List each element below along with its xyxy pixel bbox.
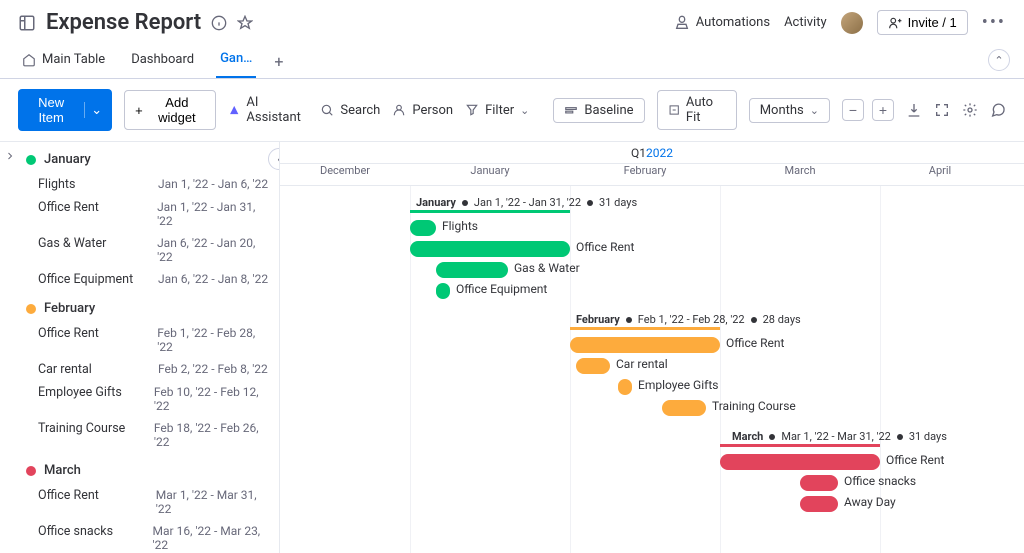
group-summary-march: MarchMar 1, '22 - Mar 31, '2231 days [732, 430, 947, 443]
list-item[interactable]: Training CourseFeb 18, '22 - Feb 26, '22 [20, 417, 279, 453]
gantt-bar[interactable] [618, 379, 632, 395]
timeline-pane[interactable]: Q1 2022 December January February March … [280, 142, 1024, 553]
ai-label: AI Assistant [246, 95, 308, 125]
activity-button[interactable]: Activity [784, 15, 827, 30]
tab-label: Dashboard [131, 52, 194, 67]
list-item[interactable]: Office EquipmentJan 6, '22 - Jan 8, '22 [20, 268, 279, 291]
zoom-in-button[interactable]: + [872, 99, 894, 121]
download-icon[interactable] [906, 102, 922, 118]
quarter-header: Q1 2022 [280, 142, 1024, 164]
list-item[interactable]: Office RentFeb 1, '22 - Feb 28, '22 [20, 322, 279, 358]
scale-select[interactable]: Months ⌄ [749, 98, 830, 123]
automations-button[interactable]: Automations [674, 15, 770, 31]
group-bar [410, 210, 570, 213]
list-pane: ‹ January FlightsJan 1, '22 - Jan 6, '22… [20, 142, 280, 553]
invite-label: Invite / 1 [908, 15, 957, 30]
info-icon[interactable] [211, 15, 227, 31]
tab-gantt[interactable]: Gan… [216, 45, 256, 78]
group-bar [570, 327, 720, 330]
search-label: Search [340, 103, 380, 118]
gear-icon[interactable] [962, 102, 978, 118]
group-name: March [44, 463, 81, 478]
chevron-down-icon: ⌄ [810, 104, 819, 117]
ai-assistant-button[interactable]: AI Assistant [228, 95, 308, 125]
fullscreen-icon[interactable] [934, 102, 950, 118]
filter-label: Filter [485, 103, 514, 118]
add-tab-button[interactable]: + [274, 52, 283, 71]
chevron-down-icon: ⌄ [520, 104, 529, 117]
tab-dashboard[interactable]: Dashboard [127, 46, 198, 77]
group-name: January [44, 152, 91, 167]
group-header-january[interactable]: January [20, 142, 279, 173]
avatar[interactable] [841, 12, 863, 34]
gantt-bar[interactable] [800, 475, 838, 491]
gantt-bar[interactable] [410, 220, 436, 236]
person-filter-button[interactable]: Person [392, 103, 453, 118]
invite-button[interactable]: Invite / 1 [877, 10, 968, 35]
group-header-march[interactable]: March [20, 453, 279, 484]
plus-icon: + [135, 103, 143, 118]
group-dot [26, 304, 36, 314]
gantt-bar[interactable] [800, 496, 838, 512]
month-header: December January February March April [280, 164, 1024, 186]
group-dot [26, 466, 36, 476]
page-title: Expense Report [46, 10, 201, 35]
group-dot [26, 155, 36, 165]
add-widget-label: Add widget [149, 95, 205, 125]
scale-label: Months [760, 103, 804, 118]
baseline-label: Baseline [584, 103, 633, 118]
list-item[interactable]: Office snacksMar 16, '22 - Mar 23, '22 [20, 520, 279, 553]
new-item-label: New Item [28, 95, 74, 125]
gantt-bar[interactable] [662, 400, 706, 416]
more-icon[interactable]: ••• [982, 12, 1006, 33]
tab-main-table[interactable]: Main Table [18, 46, 109, 77]
list-item[interactable]: FlightsJan 1, '22 - Jan 6, '22 [20, 173, 279, 196]
person-label: Person [412, 103, 453, 118]
filter-button[interactable]: Filter ⌄ [465, 103, 529, 118]
list-item[interactable]: Gas & WaterJan 6, '22 - Jan 20, '22 [20, 232, 279, 268]
new-item-button[interactable]: New Item ⌄ [18, 89, 112, 131]
chevron-down-icon[interactable]: ⌄ [84, 102, 102, 118]
gantt-bar[interactable] [436, 262, 508, 278]
gantt-bar[interactable] [436, 283, 450, 299]
board-icon [18, 14, 36, 32]
collapse-header-button[interactable]: ⌃ [988, 49, 1010, 71]
gantt-bar[interactable] [570, 337, 720, 353]
expand-sidebar-icon[interactable] [4, 150, 16, 162]
autofit-label: Auto Fit [686, 95, 726, 125]
gantt-bar[interactable] [576, 358, 610, 374]
group-name: February [44, 301, 95, 316]
group-summary-january: JanuaryJan 1, '22 - Jan 31, '2231 days [416, 196, 637, 209]
comment-icon[interactable] [990, 102, 1006, 118]
gantt-bar[interactable] [410, 241, 570, 257]
group-summary-february: FebruaryFeb 1, '22 - Feb 28, '2228 days [576, 313, 801, 326]
tab-label: Main Table [42, 52, 105, 67]
autofit-button[interactable]: Auto Fit [657, 90, 737, 130]
list-item[interactable]: Car rentalFeb 2, '22 - Feb 8, '22 [20, 358, 279, 381]
group-header-february[interactable]: February [20, 291, 279, 322]
group-bar [720, 444, 880, 447]
automations-label: Automations [696, 15, 770, 30]
zoom-out-button[interactable]: − [842, 99, 864, 121]
star-icon[interactable] [237, 15, 253, 31]
baseline-button[interactable]: Baseline [553, 98, 644, 123]
list-item[interactable]: Employee GiftsFeb 10, '22 - Feb 12, '22 [20, 381, 279, 417]
search-button[interactable]: Search [320, 103, 380, 118]
tab-label: Gan… [220, 51, 252, 66]
list-item[interactable]: Office RentMar 1, '22 - Mar 31, '22 [20, 484, 279, 520]
activity-label: Activity [784, 15, 827, 30]
gantt-bar[interactable] [720, 454, 880, 470]
add-widget-button[interactable]: + Add widget [124, 90, 216, 130]
list-item[interactable]: Office RentJan 1, '22 - Jan 31, '22 [20, 196, 279, 232]
